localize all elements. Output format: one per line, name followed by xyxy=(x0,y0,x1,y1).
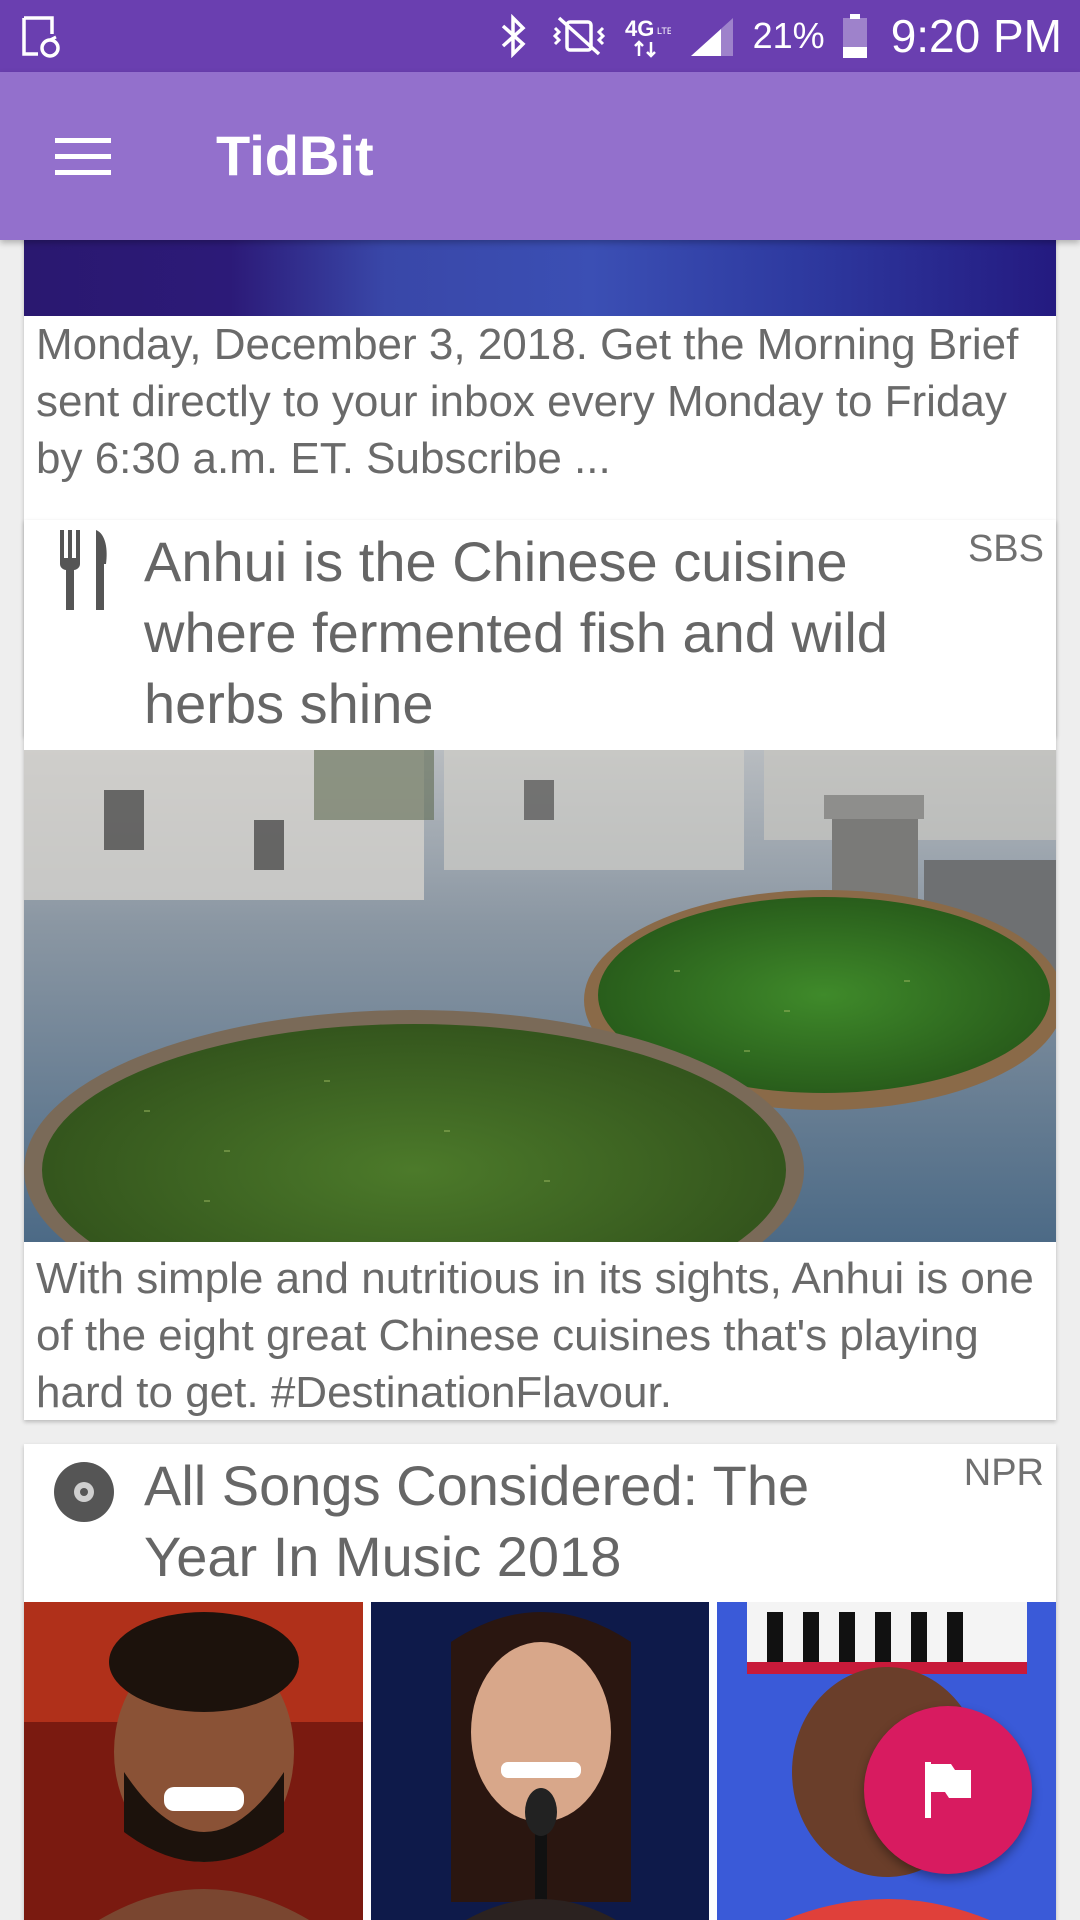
flag-fab-button[interactable] xyxy=(864,1706,1032,1874)
tea-baskets-photo xyxy=(24,750,1056,1242)
menu-button[interactable] xyxy=(40,116,126,196)
artist-photo xyxy=(370,1602,710,1920)
svg-text:4G: 4G xyxy=(625,16,654,41)
battery-percent: 21% xyxy=(752,15,825,56)
article-title[interactable]: Anhui is the Chinese cuisine where ferme… xyxy=(144,526,924,739)
signal-icon xyxy=(690,18,733,56)
status-bar: 4G LTE 21% 9:20 PM xyxy=(0,0,1080,72)
bluetooth-icon xyxy=(501,14,526,58)
article-title[interactable]: All Songs Considered: The Year In Music … xyxy=(144,1450,924,1592)
news-card[interactable]: Anhui is the Chinese cuisine where ferme… xyxy=(24,520,1056,1420)
fork-knife-icon xyxy=(60,530,107,610)
app-title: TidBit xyxy=(216,124,374,187)
news-feed[interactable]: Monday, December 3, 2018. Get the Mornin… xyxy=(0,240,1080,1920)
article-summary: Monday, December 3, 2018. Get the Mornin… xyxy=(36,320,1019,483)
battery-icon xyxy=(842,14,867,58)
clock: 9:20 PM xyxy=(890,10,1062,62)
vibrate-icon xyxy=(552,16,605,56)
flag-icon xyxy=(925,1762,971,1818)
article-image[interactable] xyxy=(24,240,1056,316)
screenshot-icon xyxy=(22,16,60,58)
svg-text:LTE: LTE xyxy=(657,26,671,36)
disc-icon xyxy=(54,1462,114,1522)
hamburger-menu-icon xyxy=(55,138,111,175)
article-source: SBS xyxy=(967,528,1044,570)
lte-icon: 4G LTE xyxy=(625,16,671,58)
article-image[interactable] xyxy=(24,750,1056,1242)
article-source: NPR xyxy=(963,1452,1044,1494)
app-bar: TidBit xyxy=(0,72,1080,240)
artist-photo xyxy=(24,1602,363,1920)
article-summary: With simple and nutritious in its sights… xyxy=(36,1254,1034,1417)
